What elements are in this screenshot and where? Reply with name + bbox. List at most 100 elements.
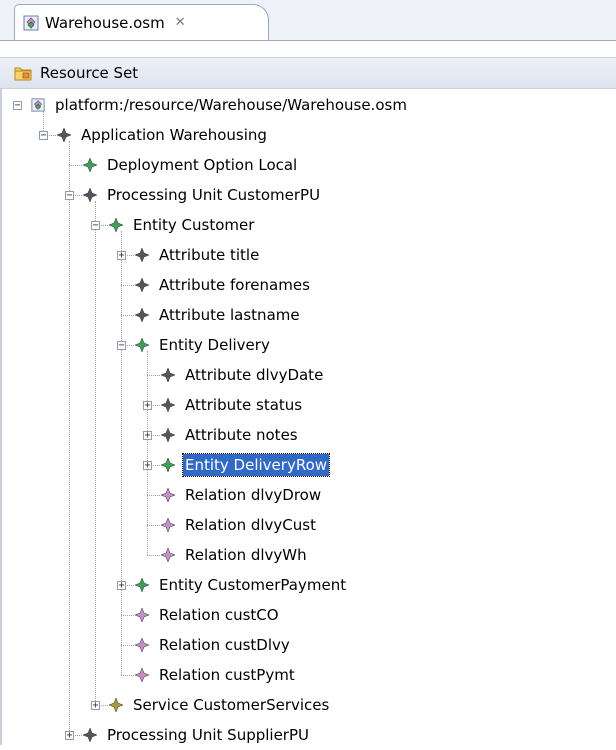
attribute-icon bbox=[161, 398, 175, 412]
expand-toggle-icon[interactable]: + bbox=[143, 401, 152, 411]
expand-toggle-icon[interactable]: + bbox=[143, 461, 152, 471]
tree-item[interactable]: Processing Unit CustomerPU bbox=[83, 180, 322, 210]
tree-item[interactable]: Relation dlvyCust bbox=[161, 510, 318, 540]
collapse-toggle-icon[interactable]: − bbox=[13, 101, 22, 111]
attribute-icon bbox=[135, 308, 149, 322]
tree-item[interactable]: Attribute notes bbox=[161, 420, 300, 450]
collapse-toggle-icon[interactable]: − bbox=[39, 131, 48, 141]
attribute-icon bbox=[135, 278, 149, 292]
tree-item[interactable]: Entity CustomerPayment bbox=[135, 570, 348, 600]
tree-connector bbox=[121, 615, 134, 616]
tree-item[interactable]: Processing Unit SupplierPU bbox=[83, 720, 311, 750]
tree-item[interactable]: platform:/resource/Warehouse/Warehouse.o… bbox=[31, 90, 409, 120]
tree-connector bbox=[147, 495, 160, 496]
tree-item-label: Processing Unit CustomerPU bbox=[107, 186, 321, 204]
tree-connector bbox=[147, 555, 160, 556]
tree-item[interactable]: Relation dlvyDrow bbox=[161, 480, 323, 510]
tree-connector bbox=[147, 525, 160, 526]
tree-item-label: Relation dlvyCust bbox=[185, 516, 316, 534]
tree-connector bbox=[69, 141, 70, 735]
tree-connector bbox=[121, 675, 134, 676]
attribute-icon bbox=[57, 128, 71, 142]
relation-icon bbox=[135, 668, 149, 682]
tree-item-label: Deployment Option Local bbox=[107, 156, 298, 174]
expand-toggle-icon[interactable]: + bbox=[91, 701, 100, 711]
resource-set-icon bbox=[14, 65, 32, 81]
tree-item-label: Relation custDlvy bbox=[159, 636, 290, 654]
expand-toggle-icon[interactable]: + bbox=[143, 431, 152, 441]
tree-connector bbox=[121, 315, 134, 316]
close-icon[interactable]: ✕ bbox=[175, 15, 186, 30]
attribute-icon bbox=[161, 428, 175, 442]
tree-item-label: Relation custPymt bbox=[159, 666, 295, 684]
tree-item-label: Attribute status bbox=[185, 396, 303, 414]
tree-item[interactable]: Attribute title bbox=[135, 240, 261, 270]
tree-item-label: Attribute notes bbox=[185, 426, 298, 444]
tree-connector bbox=[121, 231, 122, 675]
service-icon bbox=[109, 698, 123, 712]
relation-icon bbox=[135, 638, 149, 652]
tree-item-label: Attribute title bbox=[159, 246, 260, 264]
tree-item-label: Service CustomerServices bbox=[133, 696, 330, 714]
tree-item[interactable]: Attribute status bbox=[161, 390, 304, 420]
tree-item-label: Entity Customer bbox=[133, 216, 255, 234]
tree-connector bbox=[121, 285, 134, 286]
tree-item-label: Attribute dlvyDate bbox=[185, 366, 324, 384]
collapse-toggle-icon[interactable]: − bbox=[117, 341, 126, 351]
tree-item[interactable]: Relation dlvyWh bbox=[161, 540, 309, 570]
tree-item-label: Attribute forenames bbox=[159, 276, 310, 294]
resource-set-header: Resource Set bbox=[0, 57, 616, 89]
relation-icon bbox=[161, 488, 175, 502]
model-tree: − platform:/resource/Warehouse/Warehouse.… bbox=[0, 88, 616, 745]
editor-tab-warehouse[interactable]: Warehouse.osm ✕ bbox=[14, 4, 269, 40]
relation-icon bbox=[135, 608, 149, 622]
entity-icon bbox=[135, 338, 149, 352]
collapse-toggle-icon[interactable]: − bbox=[65, 191, 74, 201]
resource-icon bbox=[31, 98, 45, 112]
tree-item[interactable]: Attribute forenames bbox=[135, 270, 312, 300]
collapse-toggle-icon[interactable]: − bbox=[91, 221, 100, 231]
tree-item[interactable]: Attribute lastname bbox=[135, 300, 302, 330]
attribute-icon bbox=[83, 188, 97, 202]
tree-connector bbox=[121, 645, 134, 646]
expand-toggle-icon[interactable]: + bbox=[65, 731, 74, 741]
tree-item[interactable]: Application Warehousing bbox=[57, 120, 269, 150]
tree-item-label: Application Warehousing bbox=[81, 126, 267, 144]
tree-connector bbox=[95, 201, 96, 705]
tree-item[interactable]: Relation custCO bbox=[135, 600, 281, 630]
tree-item-label: Processing Unit SupplierPU bbox=[107, 726, 309, 744]
tree-item[interactable]: Attribute dlvyDate bbox=[161, 360, 325, 390]
attribute-icon bbox=[135, 248, 149, 262]
editor-tab-bar: Warehouse.osm ✕ bbox=[0, 0, 616, 41]
expand-toggle-icon[interactable]: + bbox=[117, 581, 126, 591]
attribute-icon bbox=[161, 368, 175, 382]
tree-connector bbox=[147, 375, 160, 376]
model-file-icon bbox=[23, 15, 39, 31]
tree-item[interactable]: Entity DeliveryRow bbox=[161, 450, 331, 480]
tree-item[interactable]: Relation custPymt bbox=[135, 660, 297, 690]
tree-item-label: platform:/resource/Warehouse/Warehouse.o… bbox=[55, 96, 407, 114]
entity-icon bbox=[109, 218, 123, 232]
tree-item-label: Entity CustomerPayment bbox=[159, 576, 347, 594]
entity-icon bbox=[161, 458, 175, 472]
entity-icon bbox=[83, 158, 97, 172]
tree-item[interactable]: Deployment Option Local bbox=[83, 150, 299, 180]
tree-item[interactable]: Entity Customer bbox=[109, 210, 256, 240]
expand-toggle-icon[interactable]: + bbox=[117, 251, 126, 261]
relation-icon bbox=[161, 548, 175, 562]
editor-tab-title: Warehouse.osm bbox=[45, 13, 165, 32]
entity-icon bbox=[135, 578, 149, 592]
tree-item-label: Relation custCO bbox=[159, 606, 279, 624]
tree-item-label: Entity DeliveryRow bbox=[181, 453, 331, 477]
tree-item[interactable]: Entity Delivery bbox=[135, 330, 272, 360]
tree-item[interactable]: Service CustomerServices bbox=[109, 690, 331, 720]
relation-icon bbox=[161, 518, 175, 532]
tree-item-label: Attribute lastname bbox=[159, 306, 300, 324]
tree-item-label: Entity Delivery bbox=[159, 336, 270, 354]
resource-set-title: Resource Set bbox=[40, 64, 139, 82]
tree-item[interactable]: Relation custDlvy bbox=[135, 630, 292, 660]
tree-item-label: Relation dlvyDrow bbox=[185, 486, 322, 504]
tree-connector bbox=[69, 165, 82, 166]
attribute-icon bbox=[83, 728, 97, 742]
tree-item-label: Relation dlvyWh bbox=[185, 546, 307, 564]
